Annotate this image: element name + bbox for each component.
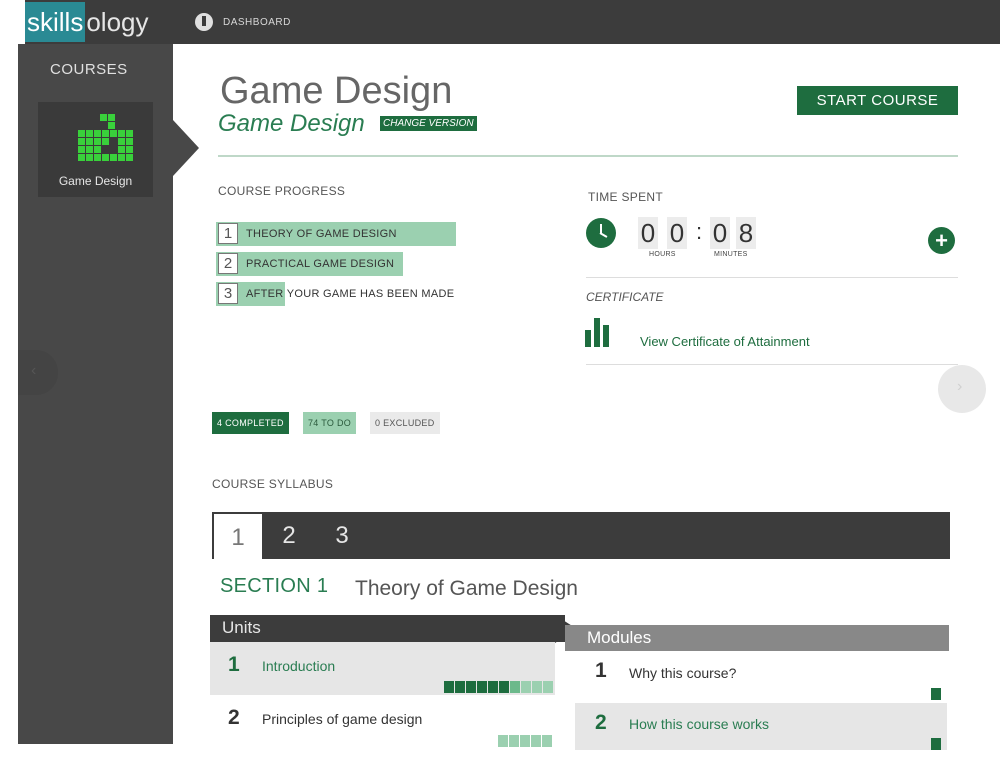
dashboard-link[interactable]: DASHBOARD <box>195 13 291 31</box>
course-title: Game Design <box>220 70 453 112</box>
progress-block <box>531 735 541 747</box>
time-separator: : <box>696 219 703 244</box>
tab-section-3[interactable]: 3 <box>317 512 367 559</box>
unit-title: Principles of game design <box>262 711 423 727</box>
progress-block <box>477 681 487 693</box>
tab-section-2[interactable]: 2 <box>264 512 314 559</box>
module-row-1[interactable]: 1 Why this course? <box>575 651 947 703</box>
add-time-button[interactable]: + <box>928 227 955 254</box>
bar-chart-icon <box>585 318 609 347</box>
module-row-2[interactable]: 2 How this course works <box>575 703 947 750</box>
top-bar <box>25 0 1000 44</box>
minutes-label: MINUTES <box>714 251 748 258</box>
section-title: Theory of Game Design <box>355 577 578 600</box>
completed-badge[interactable]: 4 COMPLETED <box>212 412 289 434</box>
view-certificate-link[interactable]: View Certificate of Attainment <box>640 334 810 349</box>
progress-item-label: AFTER YOUR GAME HAS BEEN MADE <box>246 288 455 300</box>
unit-progress <box>498 735 552 747</box>
module-number: 1 <box>595 659 607 682</box>
section-tabs: 1 2 3 <box>212 512 950 559</box>
certificate-label: CERTIFICATE <box>586 290 664 304</box>
time-spent-label: TIME SPENT <box>588 190 664 204</box>
unit-progress <box>444 681 553 693</box>
progress-block <box>499 681 509 693</box>
clock-icon <box>586 218 616 248</box>
module-title: Why this course? <box>629 665 737 681</box>
progress-block <box>542 735 552 747</box>
unit-title: Introduction <box>262 658 336 674</box>
course-syllabus-label: COURSE SYLLABUS <box>212 477 334 491</box>
progress-item-number: 3 <box>218 283 238 304</box>
course-tile-game-design[interactable]: Game Design <box>38 102 153 197</box>
progress-item-2[interactable]: 2 PRACTICAL GAME DESIGN <box>216 250 456 276</box>
sidebar-title: COURSES <box>50 61 128 78</box>
title-divider <box>218 155 958 157</box>
chevron-right-icon: › <box>957 378 963 395</box>
modules-header: Modules <box>565 625 949 651</box>
course-version-name: Game Design <box>218 110 365 137</box>
progress-block <box>931 688 941 700</box>
progress-block <box>509 735 519 747</box>
change-version-button[interactable]: CHANGE VERSION <box>380 116 477 131</box>
progress-block <box>520 735 530 747</box>
unit-number: 2 <box>228 706 240 729</box>
progress-item-3[interactable]: 3 AFTER YOUR GAME HAS BEEN MADE <box>216 280 471 306</box>
module-number: 2 <box>595 711 607 734</box>
module-title: How this course works <box>629 716 770 732</box>
logo-skills: skills <box>25 2 86 42</box>
progress-item-number: 2 <box>218 253 238 274</box>
dashboard-icon <box>195 13 213 31</box>
time-divider <box>586 277 958 278</box>
logo[interactable]: skills ology <box>25 0 149 44</box>
progress-block <box>498 735 508 747</box>
progress-item-1[interactable]: 1 THEORY OF GAME DESIGN <box>216 220 456 246</box>
progress-block <box>521 681 531 693</box>
hours-digit: 0 <box>638 217 658 249</box>
chevron-left-icon: ‹ <box>31 362 37 379</box>
progress-block <box>510 681 520 693</box>
progress-block <box>444 681 454 693</box>
minutes-digit: 0 <box>710 217 730 249</box>
sidebar-pointer <box>173 120 199 176</box>
section-number: SECTION 1 <box>220 575 329 597</box>
excluded-badge[interactable]: 0 EXCLUDED <box>370 412 440 434</box>
hours-label: HOURS <box>649 251 676 258</box>
tab-section-1[interactable]: 1 <box>212 512 262 559</box>
minutes-digit: 8 <box>736 217 756 249</box>
logo-ology: ology <box>86 7 149 37</box>
progress-block <box>455 681 465 693</box>
todo-badge[interactable]: 74 TO DO <box>303 412 357 434</box>
course-tile-label: Game Design <box>58 174 133 188</box>
start-course-button[interactable]: START COURSE <box>797 86 958 115</box>
course-progress-label: COURSE PROGRESS <box>218 184 346 198</box>
certificate-divider <box>586 364 958 365</box>
units-header: Units <box>210 615 565 642</box>
next-button[interactable]: › <box>938 365 986 413</box>
game-design-icon <box>78 114 133 161</box>
hours-digit: 0 <box>667 217 687 249</box>
dashboard-label: DASHBOARD <box>223 16 291 28</box>
progress-item-label: THEORY OF GAME DESIGN <box>246 228 397 240</box>
progress-item-number: 1 <box>218 223 238 244</box>
progress-block <box>543 681 553 693</box>
progress-block <box>931 738 941 750</box>
unit-row-1[interactable]: 1 Introduction <box>210 642 555 695</box>
unit-row-2[interactable]: 2 Principles of game design <box>210 697 555 750</box>
progress-block <box>532 681 542 693</box>
unit-number: 1 <box>228 653 240 676</box>
progress-block <box>466 681 476 693</box>
progress-block <box>488 681 498 693</box>
progress-item-label: PRACTICAL GAME DESIGN <box>246 258 395 270</box>
